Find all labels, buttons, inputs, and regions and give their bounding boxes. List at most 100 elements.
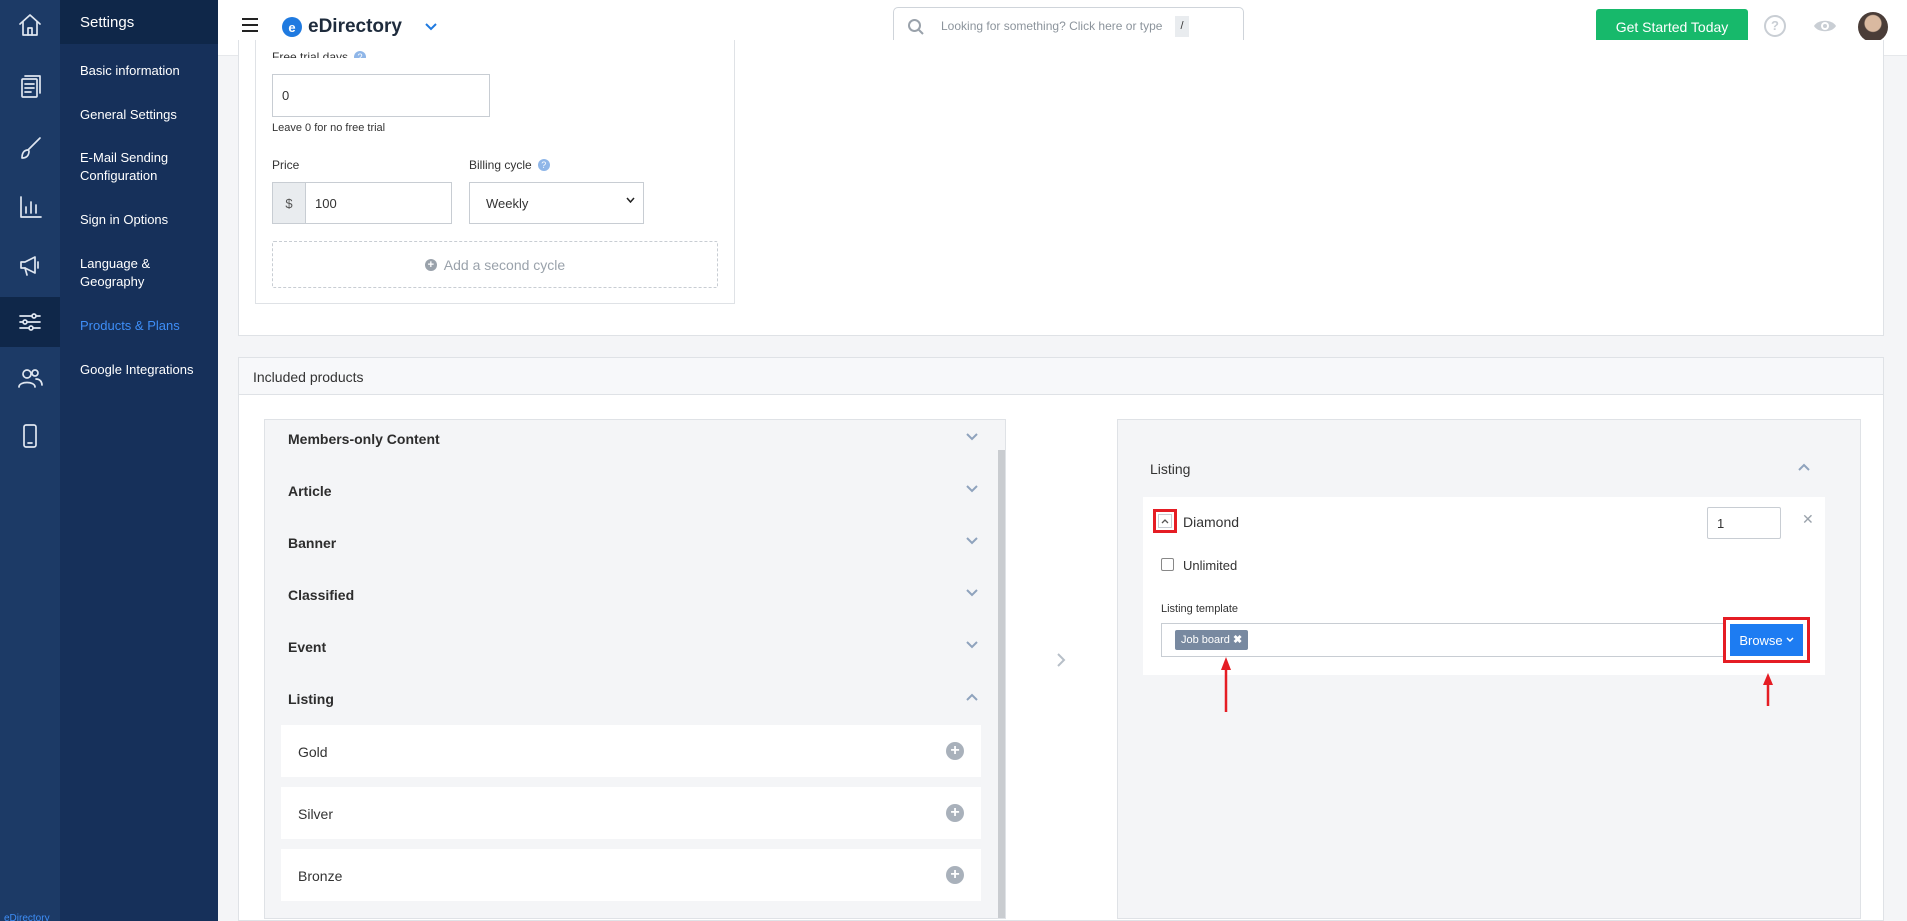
- template-tag-label: Job board: [1181, 634, 1230, 646]
- settings-sliders-icon: [19, 313, 41, 331]
- listing-template-field[interactable]: Job board ✖: [1161, 623, 1805, 657]
- promote-icon: [20, 256, 39, 276]
- chevron-down-icon: [966, 485, 978, 493]
- info-icon[interactable]: ?: [537, 159, 550, 171]
- preview-eye-icon[interactable]: [1812, 16, 1838, 36]
- add-second-cycle-label: Add a second cycle: [443, 256, 566, 273]
- free-trial-hint: Leave 0 for no free trial: [272, 122, 386, 134]
- category-event[interactable]: Event: [288, 639, 978, 659]
- included-products-title: Included products: [239, 358, 1883, 395]
- chevron-down-icon: [966, 433, 978, 441]
- billing-cycle-select[interactable]: Weekly: [469, 182, 644, 224]
- chevron-down-icon[interactable]: [424, 19, 438, 33]
- category-label: Listing: [288, 691, 334, 707]
- search-icon: [908, 19, 924, 35]
- menu-item-sign-in-options[interactable]: Sign in Options: [80, 211, 210, 229]
- design-icon: [21, 137, 41, 159]
- product-list-panel: Members-only Content Article Banner Clas…: [264, 419, 1006, 919]
- rail-settings[interactable]: [0, 297, 60, 347]
- add-plus-icon[interactable]: +: [946, 866, 964, 884]
- chevron-up-icon: [966, 693, 978, 701]
- category-label: Classified: [288, 587, 355, 603]
- help-icon[interactable]: ?: [1764, 15, 1786, 37]
- category-label: Banner: [288, 535, 337, 551]
- annotation-arrow-up: [1221, 657, 1231, 712]
- category-label: Article: [288, 483, 332, 499]
- collapse-level-button[interactable]: [1153, 509, 1177, 533]
- chevron-right-icon: [1057, 653, 1066, 667]
- remove-tag-icon[interactable]: ✖: [1233, 634, 1242, 646]
- menu-item-language-geography[interactable]: Language & Geography: [80, 255, 210, 291]
- menu-item-general-settings[interactable]: General Settings: [80, 106, 210, 124]
- brand-name: eDirectory: [308, 16, 402, 37]
- included-products-card: Included products Members-only Content A…: [238, 357, 1884, 921]
- browse-label: Browse: [1739, 632, 1783, 648]
- category-banner[interactable]: Banner: [288, 535, 978, 555]
- billing-cycle-label: Billing cycle?: [469, 158, 550, 172]
- browse-highlight: Browse: [1723, 617, 1810, 663]
- home-icon: [19, 14, 41, 36]
- menu-item-products-plans[interactable]: Products & Plans: [80, 317, 210, 335]
- rail-users[interactable]: [0, 353, 60, 403]
- billing-cycle-value: Weekly: [486, 195, 529, 211]
- menu-item-email-sending[interactable]: E-Mail Sending Configuration: [80, 149, 210, 185]
- free-trial-days-input[interactable]: 0: [272, 74, 490, 117]
- add-plus-icon[interactable]: +: [946, 804, 964, 822]
- chevron-down-icon: [966, 537, 978, 545]
- search-placeholder: Looking for something? Click here or typ…: [941, 19, 1163, 33]
- listing-template-label: Listing template: [1161, 603, 1239, 615]
- rail-promote[interactable]: [0, 240, 60, 290]
- users-icon: [18, 369, 43, 388]
- info-icon[interactable]: ?: [354, 51, 367, 58]
- unlimited-checkbox[interactable]: [1161, 558, 1174, 571]
- price-input[interactable]: 100: [305, 182, 452, 224]
- category-classified[interactable]: Classified: [288, 587, 978, 607]
- menu-item-basic-information[interactable]: Basic information: [80, 62, 210, 80]
- plus-circle-icon: +: [424, 258, 437, 271]
- category-members-only-content[interactable]: Members-only Content: [288, 431, 978, 451]
- reports-icon: [20, 196, 42, 218]
- browse-button[interactable]: Browse: [1730, 624, 1803, 656]
- avatar[interactable]: [1858, 12, 1888, 42]
- free-trial-label: Free trial days?: [272, 50, 367, 58]
- listing-level-bronze: Bronze +: [281, 849, 981, 901]
- price-label: Price: [272, 158, 300, 172]
- category-listing[interactable]: Listing: [288, 691, 978, 711]
- content-icon: [21, 75, 41, 98]
- rail-content[interactable]: [0, 61, 60, 111]
- rail-design[interactable]: [0, 123, 60, 173]
- app-logo[interactable]: e eDirectory: [282, 16, 402, 38]
- chevron-up-icon[interactable]: [1798, 463, 1810, 471]
- listing-level-silver: Silver +: [281, 787, 981, 839]
- rail-mobile[interactable]: [0, 411, 60, 461]
- rail-brand-label: eDirectory: [4, 913, 50, 921]
- add-second-cycle-button[interactable]: + Add a second cycle: [272, 241, 718, 288]
- menu-item-google-integrations[interactable]: Google Integrations: [80, 361, 210, 379]
- selected-level-label: Diamond: [1183, 514, 1240, 530]
- level-label: Silver: [298, 806, 334, 822]
- category-label: Members-only Content: [288, 431, 440, 447]
- hamburger-menu-icon[interactable]: [242, 18, 258, 32]
- add-plus-icon[interactable]: +: [946, 742, 964, 760]
- rail-reports[interactable]: [0, 182, 60, 232]
- scrollbar[interactable]: [998, 450, 1005, 918]
- selected-level-box: Diamond 1 ✕ Unlimited Listing template J…: [1143, 497, 1825, 675]
- rail-home[interactable]: [0, 0, 60, 50]
- chevron-down-icon: [966, 641, 978, 649]
- settings-menu-title: Settings: [60, 0, 218, 44]
- settings-menu: Settings Basic information General Setti…: [60, 0, 218, 921]
- level-label: Bronze: [298, 868, 343, 884]
- selected-category-title: Listing: [1150, 461, 1191, 477]
- listing-level-gold: Gold +: [281, 725, 981, 777]
- chevron-down-icon: [966, 589, 978, 597]
- chevron-down-icon: [1786, 637, 1794, 642]
- quantity-input[interactable]: 1: [1707, 507, 1781, 539]
- plan-pricing-card: Free trial days? 0 Leave 0 for no free t…: [238, 40, 1884, 336]
- category-article[interactable]: Article: [288, 483, 978, 503]
- template-tag: Job board ✖: [1175, 630, 1249, 650]
- billing-cycle-label-text: Billing cycle: [469, 158, 532, 172]
- unlimited-label: Unlimited: [1183, 558, 1238, 573]
- remove-level-icon[interactable]: ✕: [1802, 511, 1814, 528]
- category-label: Event: [288, 639, 327, 655]
- annotation-arrow-up: [1763, 673, 1773, 706]
